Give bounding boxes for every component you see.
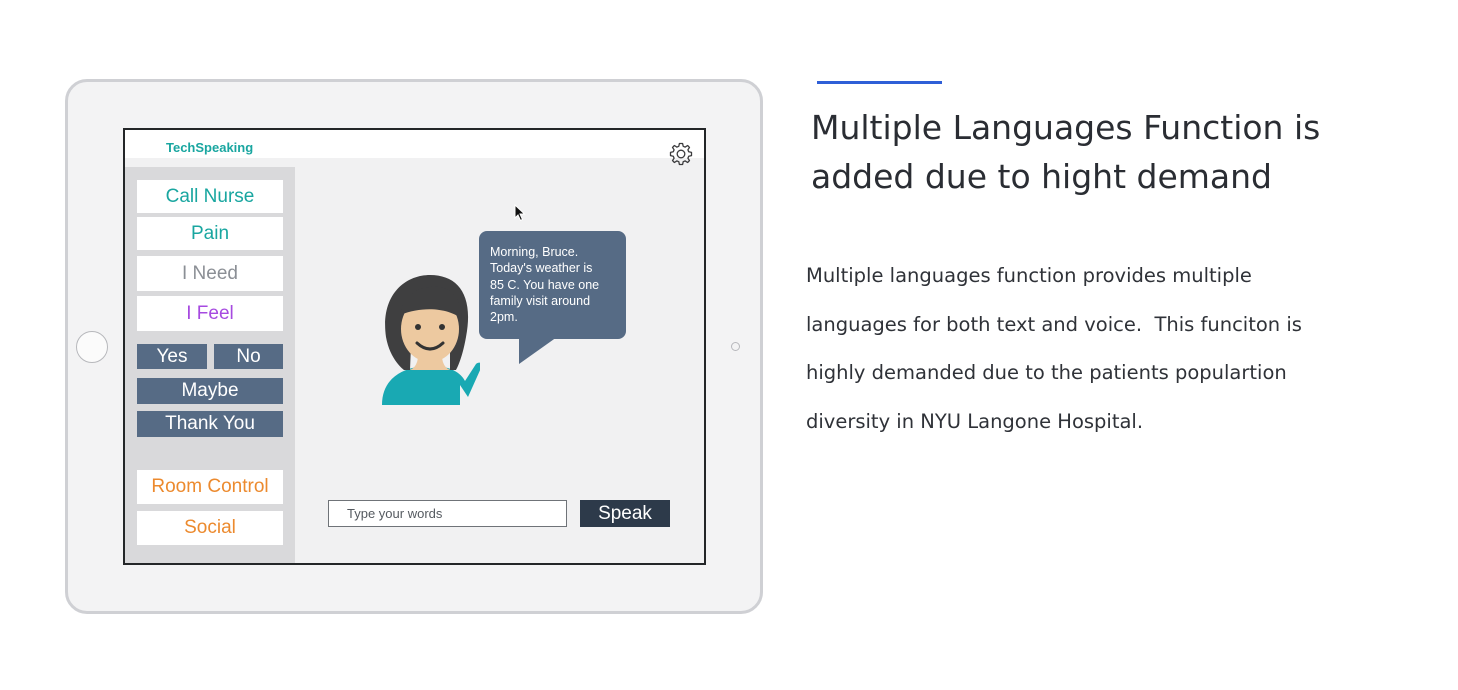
chat-line: 2pm. <box>490 310 518 325</box>
i-need-button[interactable]: I Need <box>137 256 283 291</box>
chat-line: family visit around <box>490 293 591 308</box>
description-line: Multiple languages function provides mul… <box>806 264 1252 287</box>
title-line: added due to hight demand <box>811 157 1272 196</box>
i-feel-button[interactable]: I Feel <box>137 296 283 331</box>
description-line: diversity in NYU Langone Hospital. <box>806 409 1144 433</box>
camera-icon <box>731 342 740 351</box>
call-nurse-button[interactable]: Call Nurse <box>137 180 283 213</box>
thank-you-button[interactable]: Thank You <box>137 411 283 437</box>
no-button[interactable]: No <box>214 344 283 369</box>
chat-line: Today's weather is <box>490 261 593 276</box>
gear-icon[interactable] <box>669 142 693 166</box>
speak-button[interactable]: Speak <box>580 500 670 527</box>
sidebar: Call Nurse Pain I Need I Feel Yes No May… <box>125 167 295 563</box>
nurse-avatar-icon <box>382 275 480 405</box>
app-title: TechSpeaking <box>166 140 254 155</box>
description-line: languages for both text and voice. This … <box>806 312 1302 336</box>
chat-line: 85 C. You have one <box>490 277 600 292</box>
maybe-button[interactable]: Maybe <box>137 378 283 404</box>
page-title: Multiple Languages Function is added due… <box>811 103 1411 201</box>
description: Multiple languages function provides mul… <box>806 252 1421 446</box>
pain-button[interactable]: Pain <box>137 217 283 250</box>
home-button[interactable] <box>76 331 108 363</box>
app-header: TechSpeaking <box>125 130 704 158</box>
description-line: highly demanded due to the patients popu… <box>806 361 1287 384</box>
accent-line <box>817 81 942 84</box>
message-input[interactable] <box>328 500 567 527</box>
mouse-cursor-icon <box>514 204 526 222</box>
chat-line: Morning, Bruce. <box>490 245 579 259</box>
chat-bubble: Morning, Bruce. Today's weather is 85 C.… <box>479 231 626 339</box>
room-control-button[interactable]: Room Control <box>137 470 283 504</box>
title-line: Multiple Languages Function is <box>811 108 1321 147</box>
social-button[interactable]: Social <box>137 511 283 545</box>
yes-button[interactable]: Yes <box>137 344 207 369</box>
app-screen: TechSpeaking Call Nurse Pain I Need I Fe… <box>123 128 706 565</box>
chat-bubble-tail <box>519 337 557 364</box>
